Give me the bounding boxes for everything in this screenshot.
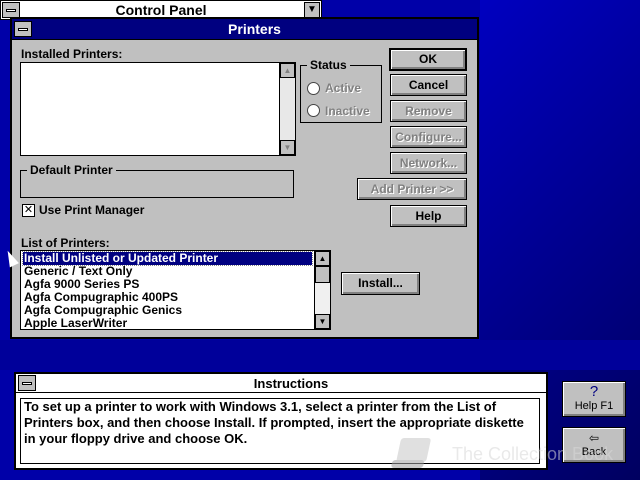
network-button[interactable]: Network... <box>390 152 467 174</box>
control-panel-system-menu-icon[interactable] <box>2 2 20 18</box>
printers-list-scrollbar[interactable]: ▲ ▼ <box>314 251 330 329</box>
control-panel-scroll-down-icon[interactable]: ▼ <box>304 2 320 18</box>
help-f1-button[interactable]: ? Help F1 <box>562 381 626 417</box>
ok-button[interactable]: OK <box>389 48 467 71</box>
installed-printers-label: Installed Printers: <box>21 47 123 61</box>
use-print-manager-checkbox[interactable]: ✕ <box>22 204 35 217</box>
installed-printers-list[interactable]: ▲ ▼ <box>20 62 296 156</box>
cancel-button[interactable]: Cancel <box>390 74 467 96</box>
book-icon <box>391 438 431 468</box>
add-printer-button[interactable]: Add Printer >> <box>357 178 467 200</box>
active-radio-label: Active <box>325 81 362 95</box>
control-panel-title: Control Panel <box>115 2 207 18</box>
use-print-manager-label: Use Print Manager <box>39 203 145 217</box>
instructions-system-menu-icon[interactable] <box>18 375 36 391</box>
install-button[interactable]: Install... <box>341 272 420 295</box>
help-button[interactable]: Help <box>390 205 467 227</box>
watermark: The Collection Book <box>391 436 632 476</box>
default-printer-group: Default Printer <box>20 163 294 198</box>
instructions-title: Instructions <box>253 376 329 391</box>
default-printer-label: Default Printer <box>27 163 116 177</box>
watermark-text: The Collection Book <box>452 444 614 464</box>
list-of-printers-label: List of Printers: <box>21 236 110 250</box>
inactive-radio[interactable] <box>307 104 320 117</box>
scroll-down-icon[interactable]: ▼ <box>315 314 330 329</box>
printers-system-menu-icon[interactable] <box>14 21 32 37</box>
question-icon: ? <box>589 383 599 400</box>
status-label: Status <box>307 58 350 72</box>
list-of-printers[interactable]: Install Unlisted or Updated Printer Gene… <box>20 250 331 330</box>
list-item[interactable]: Apple LaserWriter <box>23 317 312 330</box>
configure-button[interactable]: Configure... <box>390 126 467 148</box>
help-f1-label: Help F1 <box>574 400 614 412</box>
remove-button[interactable]: Remove <box>390 100 467 122</box>
instructions-titlebar[interactable]: Instructions <box>16 374 546 393</box>
printers-titlebar[interactable]: Printers <box>12 19 477 40</box>
active-radio[interactable] <box>307 82 320 95</box>
status-group: Status Active Inactive <box>300 58 382 123</box>
installed-printers-scrollbar[interactable]: ▲ ▼ <box>279 63 295 155</box>
scroll-up-icon[interactable]: ▲ <box>315 251 330 266</box>
scroll-thumb[interactable] <box>315 266 330 283</box>
printers-title: Printers <box>228 21 281 37</box>
scroll-up-icon[interactable]: ▲ <box>280 63 295 78</box>
inactive-radio-label: Inactive <box>325 104 370 118</box>
scroll-down-icon[interactable]: ▼ <box>280 140 295 155</box>
printers-dialog: Printers Installed Printers: ▲ ▼ Status … <box>10 17 479 339</box>
